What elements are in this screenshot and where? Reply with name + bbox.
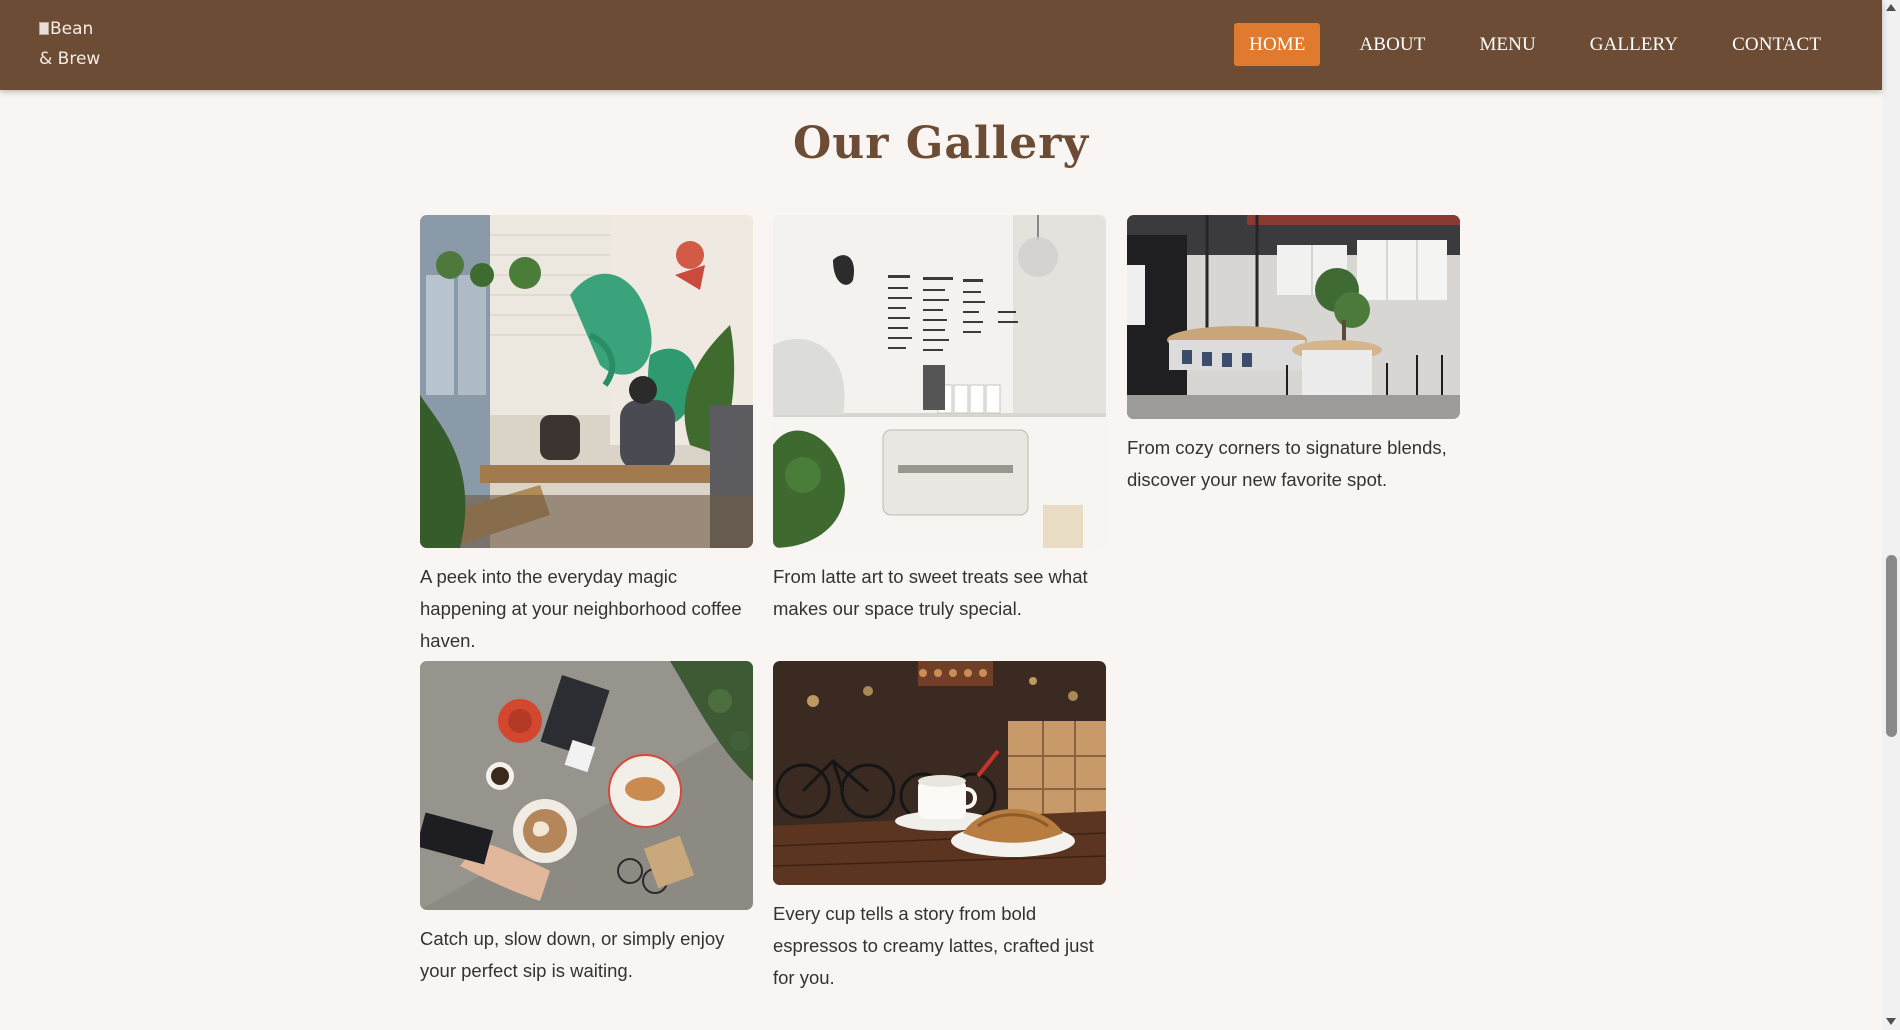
- site-header: Bean & Brew HOME ABOUT MENU GALLERY CONT…: [0, 0, 1882, 90]
- main-nav: HOME ABOUT MENU GALLERY CONTACT: [1210, 23, 1836, 66]
- page-scrollbar[interactable]: [1882, 0, 1900, 1030]
- gallery-card: Catch up, slow down, or simply enjoy you…: [420, 661, 753, 987]
- gallery-caption: Every cup tells a story from bold espres…: [773, 903, 1094, 988]
- broken-image-icon: [39, 22, 49, 35]
- gallery-caption: Catch up, slow down, or simply enjoy you…: [420, 928, 725, 981]
- gallery-caption: From latte art to sweet treats see what …: [773, 566, 1088, 619]
- gallery-card: Every cup tells a story from bold espres…: [773, 661, 1106, 994]
- scroll-up-arrow-icon[interactable]: [1886, 4, 1896, 11]
- nav-link-menu[interactable]: MENU: [1464, 23, 1550, 66]
- nav-link-gallery[interactable]: GALLERY: [1575, 23, 1693, 66]
- gallery-title: Our Gallery: [792, 118, 1090, 169]
- nav-link-contact[interactable]: CONTACT: [1717, 23, 1836, 66]
- gallery-card: From cozy corners to signature blends, d…: [1127, 215, 1460, 496]
- espresso-bar-menu-board-photo[interactable]: [773, 215, 1106, 548]
- industrial-cafe-interior-photo[interactable]: [1127, 215, 1460, 419]
- gallery-card: A peek into the everyday magic happening…: [420, 215, 753, 657]
- nav-link-home[interactable]: HOME: [1234, 23, 1321, 66]
- gallery-caption: From cozy corners to signature blends, d…: [1127, 437, 1447, 490]
- gallery-caption: A peek into the everyday magic happening…: [420, 566, 742, 651]
- logo-image[interactable]: Bean & Brew: [39, 14, 109, 74]
- scroll-thumb[interactable]: [1886, 555, 1897, 737]
- coffee-cup-and-croissant-photo[interactable]: [773, 661, 1106, 885]
- nav-link-about[interactable]: ABOUT: [1344, 23, 1440, 66]
- cafe-interior-mural-photo[interactable]: [420, 215, 753, 548]
- scroll-down-arrow-icon[interactable]: [1886, 1018, 1896, 1025]
- latte-and-pastry-flatlay-photo[interactable]: [420, 661, 753, 910]
- gallery-card: From latte art to sweet treats see what …: [773, 215, 1106, 625]
